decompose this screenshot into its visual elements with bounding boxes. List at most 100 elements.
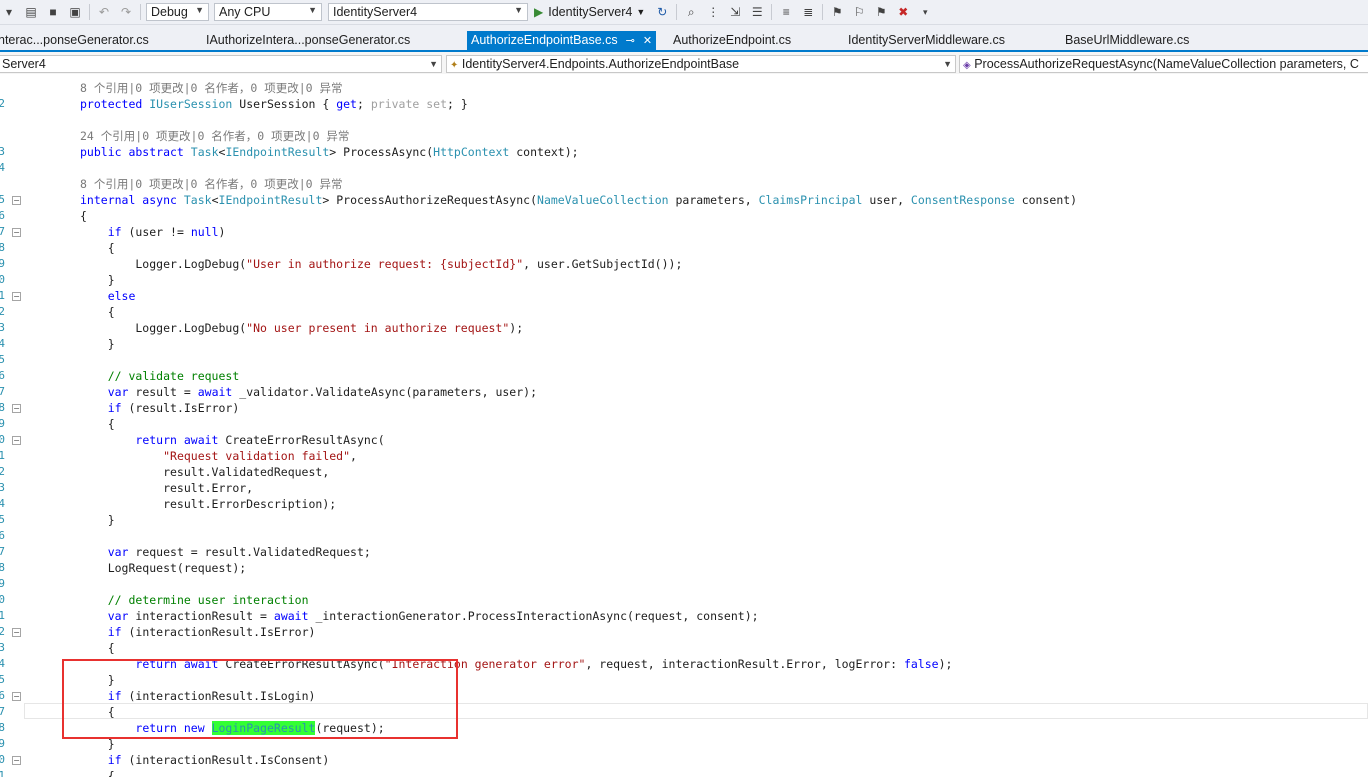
- chevron-down-icon: ▼: [195, 5, 204, 15]
- next-bookmark-icon[interactable]: ⚑: [872, 3, 890, 21]
- collapse-toggle-icon[interactable]: −: [12, 292, 21, 301]
- collapse-toggle-icon[interactable]: −: [12, 228, 21, 237]
- code-line: 1 {: [0, 768, 1368, 777]
- project-navigation-dropdown[interactable]: Server4 ▼: [0, 55, 442, 73]
- tab-label: nterac...ponseGenerator.cs: [0, 33, 149, 47]
- code-line: 8 个引用|0 项更改|0 名作者，0 项更改|0 异常: [0, 80, 1368, 96]
- line-number: 0: [0, 273, 5, 286]
- tab-label: AuthorizeEndpoint.cs: [673, 33, 792, 47]
- code-text: result.Error,: [80, 481, 254, 495]
- save-all-icon[interactable]: ▣: [66, 3, 84, 21]
- line-number: 7: [0, 225, 5, 238]
- code-text: public abstract Task<IEndpointResult> Pr…: [80, 145, 579, 159]
- code-text: protected IUserSession UserSession { get…: [80, 97, 468, 111]
- play-icon: ▶: [534, 5, 544, 19]
- code-line: 0− if (interactionResult.IsConsent): [0, 752, 1368, 768]
- line-number: 9: [0, 737, 5, 750]
- line-number: 9: [0, 257, 5, 270]
- start-debugging-button[interactable]: ▶ IdentityServer4 ▼: [534, 5, 645, 19]
- code-text: // determine user interaction: [107, 593, 309, 607]
- solution-config-dropdown[interactable]: Debug ▼: [146, 3, 209, 21]
- comment-icon[interactable]: ≡: [777, 3, 795, 21]
- line-number: 8: [0, 401, 5, 414]
- tab-baseurl-middleware[interactable]: BaseUrlMiddleware.cs: [1065, 30, 1189, 50]
- code-line: 9 Logger.LogDebug("User in authorize req…: [0, 256, 1368, 272]
- code-line: 3 result.Error,: [0, 480, 1368, 496]
- tab-iauthorize-interaction-response-generator[interactable]: IAuthorizeIntera...ponseGenerator.cs: [206, 30, 410, 50]
- collapse-toggle-icon[interactable]: −: [12, 628, 21, 637]
- bookmark-icon[interactable]: ⚑: [828, 3, 846, 21]
- toolbar-divider: [89, 4, 90, 20]
- pin-icon[interactable]: ⊸: [626, 35, 635, 47]
- tab-label: BaseUrlMiddleware.cs: [1065, 33, 1190, 47]
- main-toolbar: ▾ ▤ ■ ▣ ↶ ↷ Debug ▼ Any CPU ▼ IdentityServ…: [0, 0, 1368, 25]
- open-file-icon[interactable]: ▾: [0, 3, 18, 21]
- line-number: 6: [0, 209, 5, 222]
- clear-bookmarks-icon[interactable]: ✖: [894, 3, 912, 21]
- folder-icon[interactable]: ▤: [22, 3, 40, 21]
- find-in-files-icon[interactable]: ⌕: [682, 3, 700, 21]
- type-nav-value: IdentityServer4.Endpoints.AuthorizeEndpo…: [461, 57, 740, 71]
- type-navigation-dropdown[interactable]: ✦ IdentityServer4.Endpoints.AuthorizeEnd…: [446, 55, 956, 73]
- code-line: 2 protected IUserSession UserSession { ge…: [0, 96, 1368, 112]
- code-line: 8 LogRequest(request);: [0, 560, 1368, 576]
- navigate-icon[interactable]: ⋮: [704, 3, 722, 21]
- collapse-toggle-icon[interactable]: −: [12, 196, 21, 205]
- save-icon[interactable]: ■: [44, 3, 62, 21]
- platform-dropdown[interactable]: Any CPU ▼: [214, 3, 322, 21]
- code-text: }: [80, 513, 115, 527]
- member-navigation-dropdown[interactable]: ◈ ProcessAuthorizeRequestAsync(NameValue…: [959, 55, 1368, 73]
- code-line: 4 result.ErrorDescription);: [0, 496, 1368, 512]
- code-text: {: [80, 641, 115, 655]
- prev-bookmark-icon[interactable]: ⚐: [850, 3, 868, 21]
- outline-icon[interactable]: ☰: [748, 3, 766, 21]
- chevron-down-icon: ▼: [514, 5, 523, 15]
- close-icon[interactable]: ✕: [643, 35, 652, 47]
- tab-authorize-endpoint-base[interactable]: AuthorizeEndpointBase.cs ⊸ ✕: [467, 31, 657, 50]
- startup-project-dropdown[interactable]: IdentityServer4 ▼: [328, 3, 528, 21]
- code-text: "Request validation failed",: [163, 449, 357, 463]
- code-editor[interactable]: 2 return new ConsentPageResult(request);…: [0, 74, 1368, 777]
- refresh-icon[interactable]: ↻: [653, 3, 671, 21]
- step-into-icon[interactable]: ⇲: [726, 3, 744, 21]
- collapse-toggle-icon[interactable]: −: [12, 756, 21, 765]
- code-text: result.ValidatedRequest,: [80, 465, 330, 479]
- annotation-highlight-box: [62, 659, 458, 739]
- code-text: 8 个引用|0 项更改|0 名作者，0 项更改|0 异常: [80, 177, 343, 191]
- tab-identityserver-middleware[interactable]: IdentityServerMiddleware.cs: [848, 30, 1005, 50]
- code-line: 3 public abstract Task<IEndpointResult> P…: [0, 144, 1368, 160]
- code-line: 4: [0, 160, 1368, 176]
- line-number: 5: [0, 673, 5, 686]
- tab-authorize-endpoint[interactable]: AuthorizeEndpoint.cs: [673, 30, 791, 50]
- line-number: 7: [0, 545, 5, 558]
- chevron-down-icon: ▼: [943, 59, 952, 69]
- code-line: 5: [0, 352, 1368, 368]
- code-line: 7 var request = result.ValidatedRequest;: [0, 544, 1368, 560]
- code-text: LogRequest(request);: [80, 561, 247, 575]
- line-number: 5: [0, 353, 5, 366]
- code-text: Logger.LogDebug("User in authorize reque…: [80, 257, 683, 271]
- line-number: 9: [0, 417, 5, 430]
- code-line: 0 // determine user interaction: [0, 592, 1368, 608]
- line-number: 3: [0, 641, 5, 654]
- code-line: 1− else: [0, 288, 1368, 304]
- code-line: 2 result.ValidatedRequest,: [0, 464, 1368, 480]
- tab-interaction-response-generator[interactable]: nterac...ponseGenerator.cs: [0, 30, 149, 50]
- collapse-toggle-icon[interactable]: −: [12, 404, 21, 413]
- chevron-down-icon: ▼: [429, 59, 438, 69]
- code-line: 2− if (interactionResult.IsError): [0, 624, 1368, 640]
- code-line: 5 }: [0, 512, 1368, 528]
- code-text: 24 个引用|0 项更改|0 名作者，0 项更改|0 异常: [80, 129, 350, 143]
- code-text: {: [80, 209, 87, 223]
- overflow-chevron-icon[interactable]: ▾: [916, 3, 934, 21]
- collapse-toggle-icon[interactable]: −: [12, 692, 21, 701]
- code-line: 24 个引用|0 项更改|0 名作者，0 项更改|0 异常: [0, 128, 1368, 144]
- line-number: 0: [0, 593, 5, 606]
- collapse-toggle-icon[interactable]: −: [12, 436, 21, 445]
- undo-icon[interactable]: ↶: [95, 3, 113, 21]
- line-number: 4: [0, 337, 5, 350]
- startup-project-value: IdentityServer4: [333, 5, 418, 19]
- uncomment-icon[interactable]: ≣: [799, 3, 817, 21]
- code-text: if (result.IsError): [107, 401, 240, 415]
- redo-icon[interactable]: ↷: [117, 3, 135, 21]
